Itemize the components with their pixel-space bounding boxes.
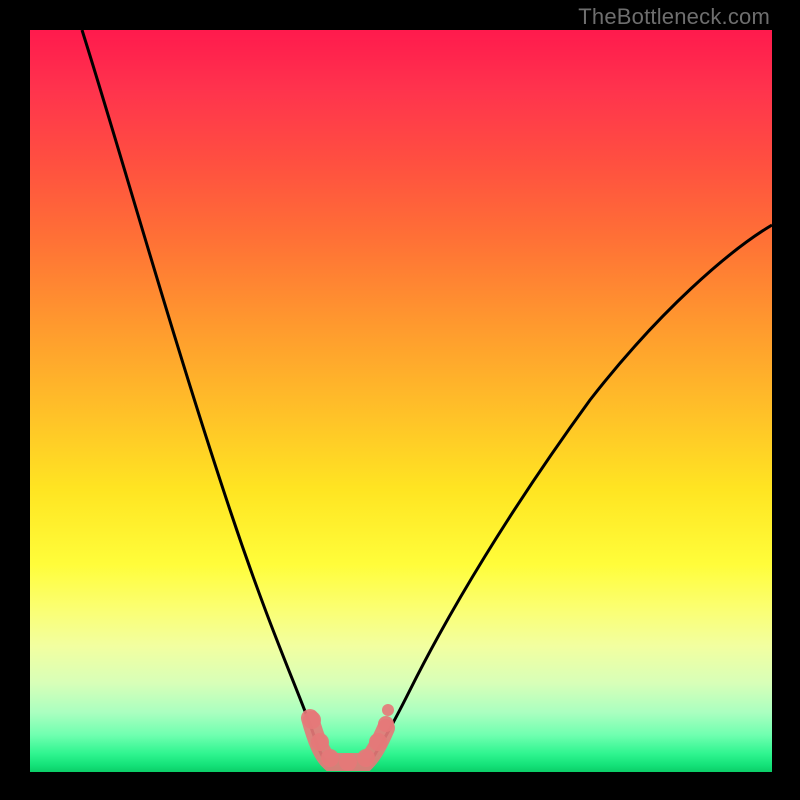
marker-dot (357, 749, 375, 767)
marker-dot (369, 733, 387, 751)
chart-overlay (30, 30, 772, 772)
marker-dot (311, 733, 329, 751)
marker-dot (378, 716, 394, 732)
left-curve (82, 30, 326, 762)
marker-dot (382, 704, 394, 716)
right-curve (370, 225, 772, 762)
marker-dot (303, 711, 321, 729)
marker-dot (339, 753, 357, 771)
chart-frame: TheBottleneck.com (0, 0, 800, 800)
marker-dot (321, 749, 339, 767)
watermark-text: TheBottleneck.com (578, 4, 770, 30)
